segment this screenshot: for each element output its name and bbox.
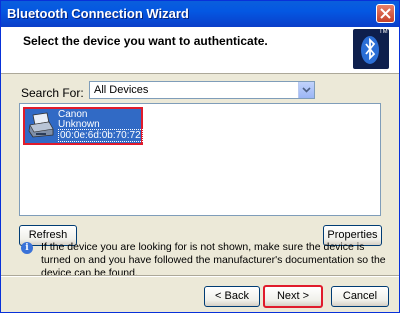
search-for-text: Search For: xyxy=(21,86,84,100)
next-button[interactable]: Next > xyxy=(263,285,323,308)
chevron-down-icon xyxy=(302,87,311,93)
title-bar[interactable]: Bluetooth Connection Wizard xyxy=(1,1,399,27)
device-item-canon[interactable]: Canon Unknown 00:0e:6d:0b:70:72 xyxy=(23,107,143,145)
properties-label: Properties xyxy=(327,229,378,241)
cancel-button[interactable]: Cancel xyxy=(331,286,389,307)
close-icon xyxy=(380,8,391,19)
search-for-value: All Devices xyxy=(94,84,149,96)
next-label: Next xyxy=(276,290,300,302)
search-for-label: Search For: xyxy=(21,86,84,100)
back-arrow: < xyxy=(215,290,222,302)
wizard-window: Bluetooth Connection Wizard Select the d… xyxy=(0,0,400,313)
footer-separator xyxy=(1,275,399,277)
refresh-label: Refresh xyxy=(28,229,68,241)
dropdown-button[interactable] xyxy=(298,82,314,98)
device-list[interactable]: Canon Unknown 00:0e:6d:0b:70:72 xyxy=(19,103,381,216)
search-for-dropdown[interactable]: All Devices xyxy=(89,81,315,99)
window-title: Bluetooth Connection Wizard xyxy=(7,6,189,21)
wizard-header: Select the device you want to authentica… xyxy=(1,27,399,74)
device-address: 00:0e:6d:0b:70:72 xyxy=(58,129,143,142)
back-label: Back xyxy=(224,290,249,302)
bluetooth-logo-icon: TM xyxy=(353,29,389,69)
close-button[interactable] xyxy=(376,4,395,23)
trademark-mark: TM xyxy=(379,29,388,35)
cancel-label: Cancel xyxy=(342,290,378,302)
info-icon: i xyxy=(21,242,33,254)
next-arrow: > xyxy=(302,290,310,302)
printer-icon xyxy=(28,112,54,138)
back-button[interactable]: < Back xyxy=(204,286,260,307)
page-title: Select the device you want to authentica… xyxy=(23,34,268,48)
